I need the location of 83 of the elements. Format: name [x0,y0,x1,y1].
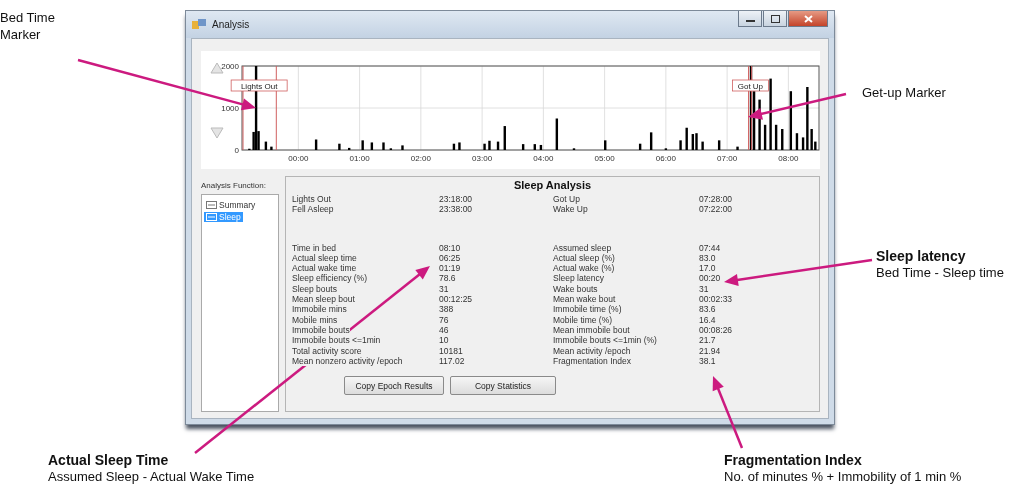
x-tick-label: 03:00 [472,154,493,163]
stat-label: Actual wake time [292,263,357,274]
stat-value: 76 [439,314,449,325]
callout-note: No. of minutes % + Immobility of 1 min % [724,469,962,487]
stat-value: 00:12:25 [439,294,473,305]
stat-label: Mean sleep bout [292,294,355,305]
stat-label: Fell Asleep [292,204,334,215]
annotation: Lights Out [240,81,279,91]
stat-label: Sleep bouts [292,283,337,295]
stat-value: 23:38:00 [439,204,473,215]
stat-value: 23:18:00 [439,194,473,205]
stat-label: Actual sleep (%) [553,252,615,264]
stat-value: 388 [439,304,454,315]
callout-note: Bed Time - Sleep time [876,265,1004,283]
stat-label: Mean nonzero activity /epoch [292,355,403,367]
stat-label: Mean activity /epoch [553,345,631,356]
stat-value: 16.4 [699,314,716,325]
stat-label: Lights Out [292,194,331,205]
stat-value: 83.0 [699,252,716,264]
stat-label: Wake bouts [553,283,598,295]
stat-value: 117.02 [439,355,465,367]
y-tick-label: 2000 [221,62,239,71]
marker-label: Lights Out [230,79,288,92]
stat-label: Sleep latency [553,273,605,284]
callout-title: Fragmentation Index [724,451,862,470]
x-tick-label: 08:00 [778,154,799,163]
stat-label: Immobile bouts [292,324,350,336]
marker-label: Got Up [732,79,769,92]
y-tick-label: 1000 [221,104,239,113]
callout-title: Get-up Marker [862,85,946,102]
stat-value: 08:10 [439,242,461,253]
annotation: Got Up [737,81,764,91]
x-tick-label: 02:00 [410,154,431,163]
stat-value: 00:08:26 [699,324,733,336]
x-tick-label: 07:00 [717,154,738,163]
panel-title: Sleep Analysis [512,179,593,191]
callout-note: Assumed Sleep - Actual Wake Time [48,469,255,487]
stat-label: Mobile time (%) [553,314,613,325]
y-tick-label: 0 [234,146,239,155]
x-tick-label: 05:00 [594,154,615,163]
stat-label: Mobile mins [292,314,338,325]
stat-value: 38.1 [699,355,716,367]
stat-label: Immobile time (%) [553,304,622,315]
stat-value: 00:02:33 [699,294,733,305]
stat-value: 00:20 [699,273,721,284]
window-title: Analysis [212,19,250,30]
stat-label: Time in bed [292,242,337,253]
callout-title: Actual Sleep Time [48,451,169,470]
stat-value: 07:28:00 [699,194,733,205]
stat-label: Sleep efficiency (%) [292,273,367,284]
stat-label: Immobile bouts <=1min [292,335,381,346]
analysis-function-label: Analysis Function: [201,181,267,190]
stat-value: 07:44 [699,242,721,253]
stat-value: 07:22:00 [699,204,733,215]
stat-label: Fragmentation Index [553,355,631,367]
x-tick-label: 04:00 [533,154,554,163]
stat-label: Total activity score [292,345,362,356]
stat-label: Assumed sleep [553,242,612,253]
stat-label: Immobile bouts <=1min (%) [553,335,657,346]
x-tick-label: 00:00 [288,154,309,163]
stat-value: 17.0 [699,263,716,274]
stat-label: Actual wake (%) [553,263,615,274]
stat-value: 01:19 [439,263,461,274]
x-tick-label: 06:00 [655,154,676,163]
stat-value: 10181 [439,345,463,356]
stat-label: Wake Up [553,204,588,215]
stat-value: 21.94 [699,345,721,356]
stat-label: Mean immobile bout [553,324,630,336]
stat-value: 83.6 [699,304,716,315]
callout-title: Bed Time Marker [0,10,56,44]
stat-value: 31 [439,283,449,295]
x-tick-label: 01:00 [349,154,370,163]
stat-value: 31 [699,283,709,295]
stat-label: Immobile mins [292,304,347,315]
stat-value: 10 [439,335,449,346]
stat-value: 78.6 [439,273,456,284]
stat-label: Mean wake bout [553,294,616,305]
stat-value: 21.7 [699,335,716,346]
stat-label: Actual sleep time [292,252,357,264]
stat-value: 46 [439,324,449,336]
callout-title: Sleep latency [876,247,966,266]
stat-label: Got Up [553,194,580,205]
stat-value: 06:25 [439,252,461,264]
